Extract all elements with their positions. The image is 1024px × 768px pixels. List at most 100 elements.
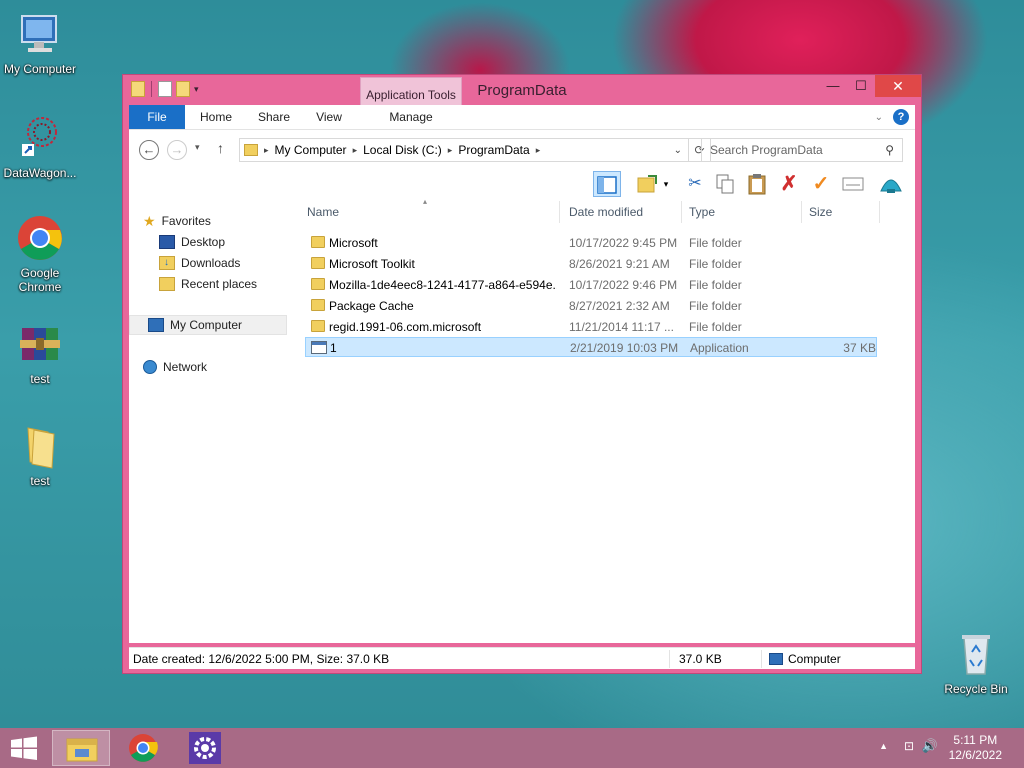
chevron-right-icon[interactable]: ▸ bbox=[353, 145, 358, 156]
copy-button[interactable] bbox=[711, 171, 739, 197]
file-date: 8/27/2021 2:32 AM bbox=[569, 299, 670, 313]
column-header-size[interactable]: Size bbox=[809, 205, 832, 219]
file-type: File folder bbox=[689, 299, 742, 313]
desktop-icon-google-chrome[interactable]: Google Chrome bbox=[0, 214, 80, 294]
breadcrumb-programdata[interactable]: ProgramData bbox=[458, 143, 529, 157]
column-header-date-modified[interactable]: Date modified bbox=[569, 205, 643, 219]
search-icon: ⚲ bbox=[885, 143, 894, 157]
computer-icon bbox=[16, 10, 64, 58]
tab-home[interactable]: Home bbox=[191, 105, 241, 129]
show-hidden-icons-icon[interactable]: ▲ bbox=[879, 741, 888, 751]
taskbar-google-chrome[interactable] bbox=[114, 730, 172, 766]
tab-manage[interactable]: Manage bbox=[361, 105, 461, 129]
desktop-icon-test-archive[interactable]: test bbox=[0, 320, 80, 386]
nav-label: My Computer bbox=[170, 318, 243, 332]
volume-icon[interactable]: 🔊 bbox=[922, 738, 938, 754]
table-row[interactable]: regid.1991-06.com.microsoft 11/21/2014 1… bbox=[305, 317, 877, 337]
folder-icon bbox=[311, 278, 325, 290]
window-title: ProgramData bbox=[477, 82, 567, 99]
title-bar[interactable]: ▾ ProgramData — ☐ ✕ bbox=[123, 75, 921, 105]
nav-label: Desktop bbox=[181, 235, 226, 249]
address-dropdown-icon[interactable]: ⌄ bbox=[674, 145, 682, 156]
apply-checkmark-button[interactable]: ✓ bbox=[807, 171, 835, 197]
table-row[interactable]: Microsoft 10/17/2022 9:45 PM File folder bbox=[305, 233, 877, 253]
explorer-window: ▾ ProgramData — ☐ ✕ Application Tools Fi… bbox=[122, 74, 922, 674]
tab-file[interactable]: File bbox=[129, 105, 185, 129]
new-folder-dropdown-icon[interactable]: ▾ bbox=[659, 171, 673, 197]
winrar-archive-icon bbox=[16, 320, 64, 368]
expand-ribbon-icon[interactable]: ⌄ bbox=[875, 112, 883, 123]
sort-ascending-icon: ▴ bbox=[423, 197, 428, 206]
nav-label: Network bbox=[163, 360, 208, 374]
chrome-icon bbox=[16, 214, 64, 262]
datawagon-icon bbox=[16, 114, 64, 162]
file-name: Package Cache bbox=[329, 299, 414, 313]
cut-button[interactable]: ✂ bbox=[681, 171, 709, 197]
clock[interactable]: 5:11 PM 12/6/2022 bbox=[949, 733, 1002, 763]
nav-label: Recent places bbox=[181, 277, 258, 291]
desktop-icon bbox=[159, 235, 175, 249]
taskbar-file-explorer[interactable] bbox=[52, 730, 110, 766]
downloads-icon: ↓ bbox=[159, 256, 175, 270]
file-list: ▴ Name Date modified Type Size Microsoft… bbox=[301, 197, 915, 643]
desktop-icon-test-folder[interactable]: test bbox=[0, 422, 80, 488]
up-arrow-icon[interactable]: ↑ bbox=[217, 140, 224, 156]
file-date: 10/17/2022 9:45 PM bbox=[569, 236, 678, 250]
new-folder-button[interactable] bbox=[633, 171, 661, 197]
clock-date: 12/6/2022 bbox=[948, 748, 1002, 762]
desktop-icon-label: test bbox=[30, 474, 50, 488]
forward-button[interactable]: → bbox=[167, 140, 187, 160]
column-header-name[interactable]: Name bbox=[307, 205, 339, 219]
file-date: 2/21/2019 10:03 PM bbox=[570, 341, 679, 355]
desktop-icon-my-computer[interactable]: My Computer bbox=[0, 10, 80, 76]
breadcrumb-my-computer[interactable]: My Computer bbox=[275, 143, 347, 157]
nav-desktop[interactable]: Desktop bbox=[159, 232, 225, 252]
network-status-icon[interactable]: ⊡ bbox=[904, 739, 914, 753]
minimize-button[interactable]: — bbox=[819, 75, 847, 97]
delete-button[interactable]: ✗ bbox=[775, 171, 803, 197]
column-header-type[interactable]: Type bbox=[689, 205, 715, 219]
taskbar-settings[interactable] bbox=[176, 730, 234, 766]
file-type: File folder bbox=[689, 278, 742, 292]
chevron-right-icon[interactable]: ▸ bbox=[264, 145, 269, 156]
desktop-icon-datawagon[interactable]: DataWagon... bbox=[0, 114, 80, 180]
rename-button[interactable] bbox=[839, 171, 867, 197]
shell-icon[interactable] bbox=[877, 171, 905, 197]
recent-locations-dropdown-icon[interactable]: ▾ bbox=[195, 142, 200, 153]
file-name: 1 bbox=[330, 341, 337, 355]
chevron-right-icon[interactable]: ▸ bbox=[536, 145, 541, 156]
search-placeholder: Search ProgramData bbox=[710, 143, 823, 157]
tab-view[interactable]: View bbox=[305, 105, 353, 129]
table-row[interactable]: Mozilla-1de4eec8-1241-4177-a864-e594e...… bbox=[305, 275, 877, 295]
address-bar[interactable]: ▸ My Computer ▸ Local Disk (C:) ▸ Progra… bbox=[239, 138, 689, 162]
maximize-button[interactable]: ☐ bbox=[847, 75, 875, 97]
desktop-icon-recycle-bin[interactable]: Recycle Bin bbox=[936, 630, 1016, 696]
back-button[interactable]: ← bbox=[139, 140, 159, 160]
desktop-icon-label: Google Chrome bbox=[18, 266, 62, 294]
desktop-icon-label: My Computer bbox=[3, 62, 77, 76]
desktop-icon-label: DataWagon... bbox=[3, 166, 77, 180]
breadcrumb-local-disk[interactable]: Local Disk (C:) bbox=[363, 143, 442, 157]
nav-my-computer[interactable]: My Computer bbox=[129, 315, 287, 335]
file-name: Microsoft bbox=[329, 236, 378, 250]
chevron-right-icon[interactable]: ▸ bbox=[448, 145, 453, 156]
file-type: File folder bbox=[689, 257, 742, 271]
table-row[interactable]: Microsoft Toolkit 8/26/2021 9:21 AM File… bbox=[305, 254, 877, 274]
paste-button[interactable] bbox=[743, 171, 771, 197]
preview-pane-button[interactable] bbox=[593, 171, 621, 197]
tab-share[interactable]: Share bbox=[249, 105, 299, 129]
nav-favorites[interactable]: ★ Favorites bbox=[143, 211, 211, 231]
file-type: File folder bbox=[689, 236, 742, 250]
start-button[interactable] bbox=[0, 728, 48, 768]
search-input[interactable]: Search ProgramData ⚲ bbox=[701, 138, 903, 162]
nav-network[interactable]: Network bbox=[143, 357, 207, 377]
help-icon[interactable]: ? bbox=[893, 109, 909, 125]
nav-downloads[interactable]: ↓ Downloads bbox=[159, 253, 240, 273]
nav-recent-places[interactable]: Recent places bbox=[159, 274, 257, 294]
close-button[interactable]: ✕ bbox=[875, 75, 921, 97]
ribbon-tabs: File Home Share View Manage ⌄ ? bbox=[129, 105, 915, 129]
table-row[interactable]: Package Cache 8/27/2021 2:32 AM File fol… bbox=[305, 296, 877, 316]
folder-icon bbox=[311, 299, 325, 311]
table-row-selected[interactable]: 1 2/21/2019 10:03 PM Application 37 KB bbox=[305, 337, 877, 357]
status-details: Date created: 12/6/2022 5:00 PM, Size: 3… bbox=[133, 652, 390, 666]
